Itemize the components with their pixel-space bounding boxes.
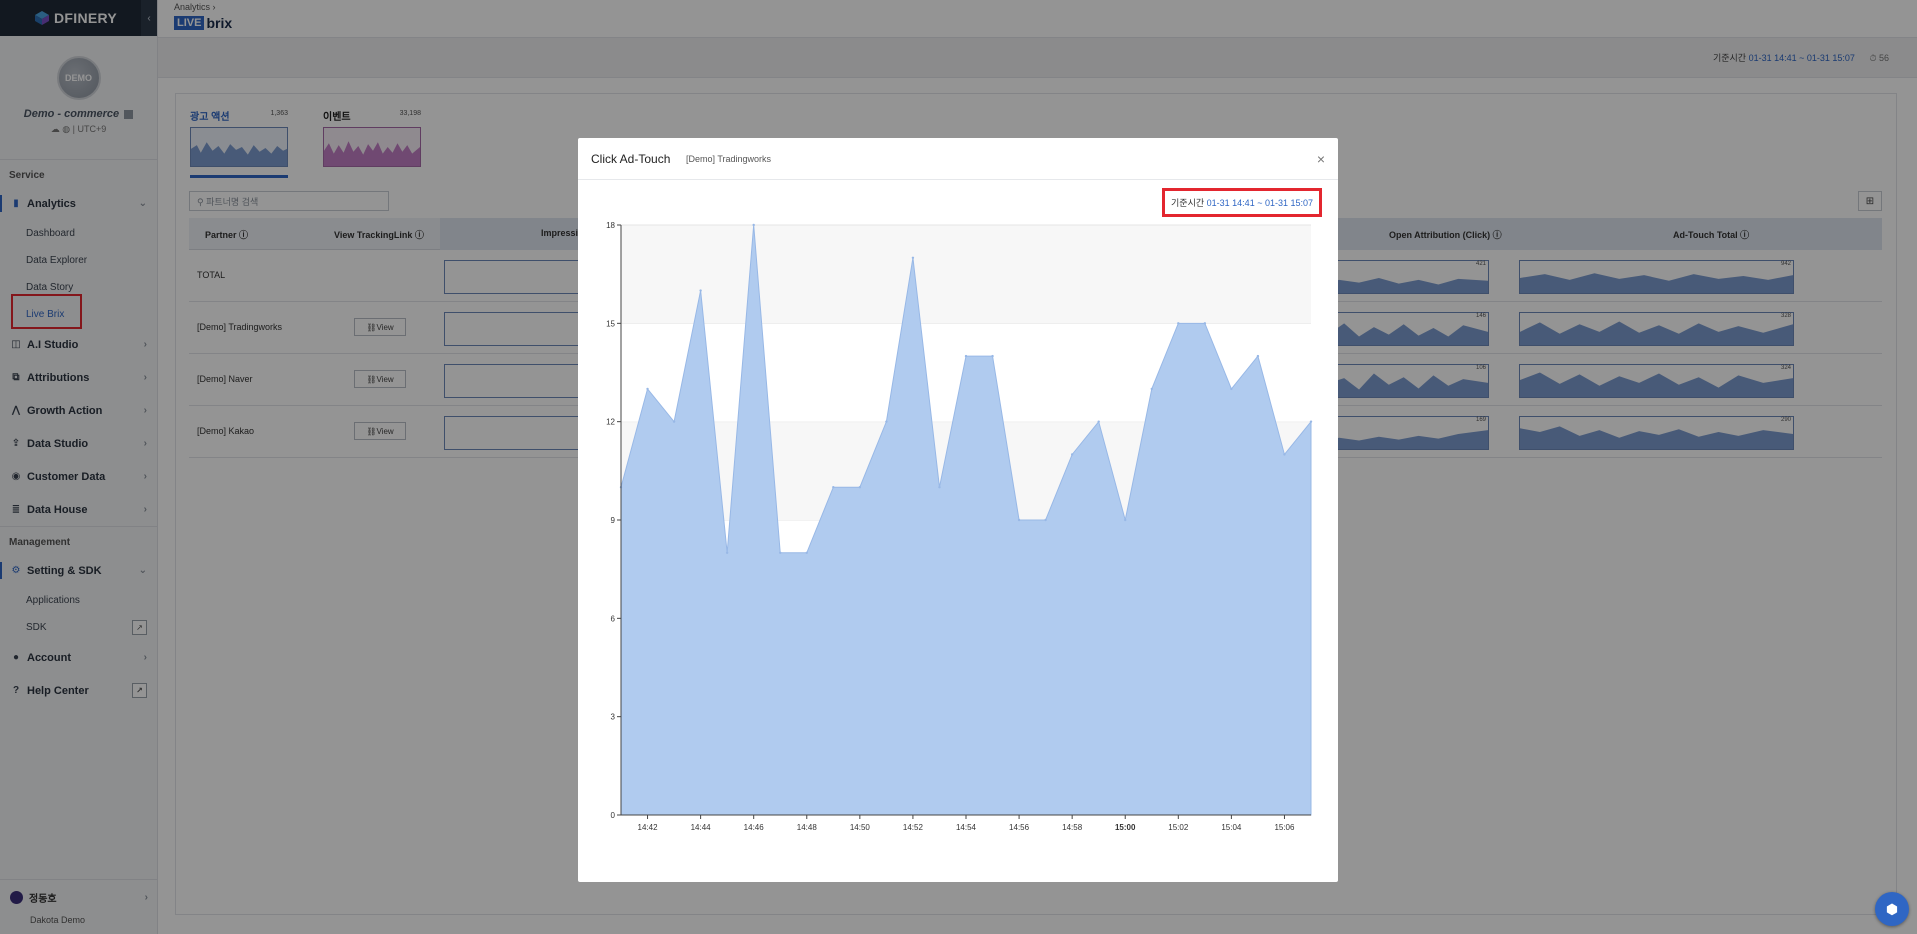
click-adtouch-modal: Click Ad-Touch [Demo] Tradingworks × 기준시…: [578, 138, 1338, 882]
x-tick-label: 15:06: [1274, 823, 1295, 832]
data-point: [911, 256, 915, 259]
data-point: [779, 551, 782, 554]
x-tick-label: 14:54: [956, 823, 977, 832]
data-point: [1150, 387, 1153, 391]
y-tick-label: 18: [606, 221, 615, 230]
close-icon[interactable]: ×: [1317, 151, 1325, 167]
modal-header: Click Ad-Touch [Demo] Tradingworks ×: [578, 138, 1338, 180]
data-point: [1256, 354, 1260, 358]
x-tick-label: 14:52: [903, 823, 924, 832]
x-tick-label: 14:46: [744, 823, 765, 832]
data-point: [646, 387, 649, 391]
data-point: [1177, 322, 1180, 325]
y-tick-label: 12: [606, 418, 615, 427]
data-point: [1124, 518, 1127, 522]
x-tick-label: 15:00: [1115, 823, 1136, 832]
data-point: [699, 289, 702, 292]
click-adtouch-chart: 0 3 6 9 12 15 18 14:42 14:44 14:46 14:48 14:50 14:52…: [606, 221, 1313, 832]
x-tick-label: 14:44: [691, 823, 712, 832]
data-point: [1230, 387, 1233, 391]
data-point: [752, 223, 755, 227]
x-tick-label: 14:48: [797, 823, 818, 832]
data-point: [1283, 453, 1286, 456]
modal-subtitle: [Demo] Tradingworks: [686, 154, 772, 164]
y-tick-label: 15: [606, 319, 615, 328]
y-tick-label: 0: [611, 811, 616, 820]
data-point: [805, 551, 808, 554]
grid-band: [621, 225, 1311, 324]
modal-base-time-range: 01-31 14:41 ~ 01-31 15:07: [1206, 198, 1313, 208]
x-tick-label: 14:42: [638, 823, 659, 832]
data-point: [1044, 518, 1047, 522]
y-tick-label: 6: [611, 614, 616, 623]
data-point: [991, 354, 994, 358]
x-tick-label: 14:58: [1062, 823, 1083, 832]
x-tick-label: 14:50: [850, 823, 871, 832]
x-tick-label: 14:56: [1009, 823, 1030, 832]
data-point: [1070, 453, 1074, 456]
modal-title: Click Ad-Touch: [591, 152, 671, 166]
data-point: [858, 486, 862, 489]
x-tick-label: 15:04: [1221, 823, 1242, 832]
data-point: [725, 551, 729, 554]
modal-base-time-label: 기준시간: [1171, 198, 1205, 208]
y-tick-label: 3: [611, 713, 616, 722]
data-point: [885, 420, 888, 423]
data-point: [1097, 420, 1100, 423]
data-point: [672, 420, 676, 423]
data-point: [938, 486, 941, 489]
y-tick-label: 9: [611, 516, 616, 525]
data-point: [1017, 518, 1021, 522]
data-point: [832, 486, 835, 489]
data-point: [1203, 322, 1207, 325]
data-point: [964, 354, 968, 358]
data-point: [1309, 420, 1313, 423]
x-tick-label: 15:02: [1168, 823, 1189, 832]
help-chat-icon[interactable]: ⬢: [1875, 892, 1909, 926]
